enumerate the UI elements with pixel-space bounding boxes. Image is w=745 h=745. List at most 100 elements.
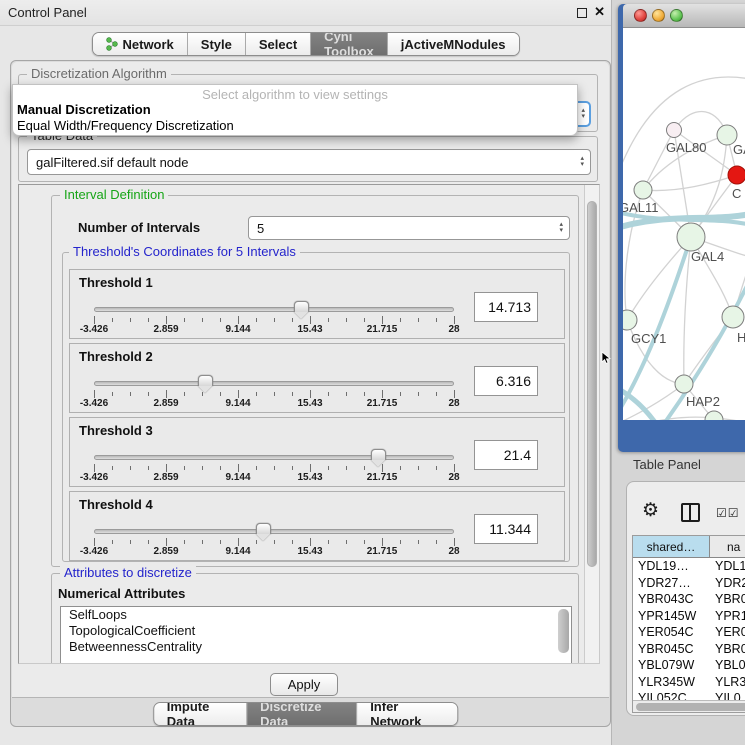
numerical-attributes-label: Numerical Attributes — [58, 586, 185, 601]
tab-label: Discretize Data — [260, 702, 343, 726]
table-row[interactable]: YBR043CYBR0 — [633, 591, 745, 608]
table-row[interactable]: YLR345WYLR3 — [633, 674, 745, 691]
slider-scale-labels: -3.4262.8599.14415.4321.71528 — [94, 324, 454, 336]
tab-cyni-toolbox[interactable]: Cyni Toolbox — [311, 33, 388, 55]
gear-icon[interactable]: ⚙ — [642, 499, 659, 522]
discretize-tab-content: Discretization Algorithm ▴▾ Table Data g… — [12, 62, 609, 698]
network-node-gal11[interactable] — [634, 181, 652, 199]
attribute-list-item[interactable]: BetweennessCentrality — [61, 639, 571, 655]
cell-name: YDR2 — [710, 576, 745, 590]
tab-infer-network[interactable]: Infer Network — [357, 703, 457, 725]
tab-discretize-data[interactable]: Discretize Data — [247, 703, 357, 725]
network-edge[interactable] — [643, 130, 674, 190]
node-label: GA — [733, 142, 745, 157]
threshold-slider-track[interactable] — [94, 381, 454, 386]
table-row[interactable]: YER054CYER0 — [633, 624, 745, 641]
network-node-h[interactable] — [722, 306, 744, 328]
network-node-c[interactable] — [728, 166, 745, 184]
numerical-attributes-list[interactable]: SelfLoopsTopologicalCoefficientBetweenne… — [60, 606, 572, 664]
tab-label: Infer Network — [370, 702, 444, 726]
network-edge[interactable] — [627, 320, 684, 384]
tab-style[interactable]: Style — [188, 33, 246, 55]
slider-scale-labels: -3.4262.8599.14415.4321.71528 — [94, 472, 454, 484]
threshold-panel: Threshold 3 -3.4262.8599.14415.4321.71528… — [69, 417, 565, 487]
table-data-group: Table Data galFiltered.sif default node … — [18, 136, 598, 182]
attribute-list-item[interactable]: SelfLoops — [61, 607, 571, 623]
network-node-gal4[interactable] — [677, 223, 705, 251]
algorithm-dropdown-popup: Select algorithm to view settings Manual… — [12, 84, 578, 136]
settings-scroll-area: Interval Definition Number of Intervals … — [18, 184, 600, 664]
network-node-gcy1[interactable] — [623, 310, 637, 330]
column-header-shared-name[interactable]: shared… — [633, 536, 710, 557]
threshold-coordinates-group: Threshold's Coordinates for 5 Intervals … — [62, 252, 570, 562]
float-window-icon[interactable] — [577, 8, 587, 18]
zoom-traffic-light-icon[interactable] — [670, 9, 683, 22]
attribute-list-item[interactable]: TopologicalCoefficient — [61, 623, 571, 639]
network-edge[interactable] — [627, 237, 691, 320]
threshold-panel: Threshold 4-3.4262.8599.14415.4321.71528… — [69, 491, 565, 561]
network-node[interactable] — [667, 123, 682, 138]
table-horizontal-scrollbar[interactable] — [633, 700, 745, 712]
node-attribute-table[interactable]: shared… na YDL19…YDL1YDR27…YDR2YBR043CYB… — [632, 535, 745, 713]
threshold-value-field[interactable]: 14.713 — [474, 292, 538, 322]
network-edge[interactable] — [623, 417, 745, 420]
attributes-scrollbar[interactable] — [558, 609, 569, 653]
tab-label: Network — [122, 37, 173, 52]
threshold-value-field[interactable]: 11.344 — [474, 514, 538, 544]
dropdown-item-equal-width[interactable]: Equal Width/Frequency Discretization — [17, 118, 234, 133]
threshold-slider-track[interactable] — [94, 529, 454, 534]
cell-shared-name: YPR145W — [633, 609, 710, 623]
threshold-label: Threshold 4 — [79, 497, 153, 512]
dropdown-item-manual-discretization[interactable]: Manual Discretization — [17, 102, 151, 117]
network-node-hap2[interactable] — [675, 375, 693, 393]
apply-button[interactable]: Apply — [270, 673, 338, 696]
table-panel: ⚙ ☑☑ shared… na YDL19…YDL1YDR27…YDR2YBR0… — [626, 481, 745, 716]
scrollbar-thumb[interactable] — [587, 201, 597, 567]
network-canvas[interactable]: GACGAL11GAL4GCY1HHAP2GAL80 — [623, 28, 745, 420]
split-pane-icon[interactable] — [681, 503, 700, 522]
threshold-label: Threshold 1 — [79, 275, 153, 290]
group-title: Discretization Algorithm — [27, 66, 171, 81]
cell-name: YBR0 — [710, 592, 745, 606]
threshold-value-field[interactable]: 6.316 — [474, 366, 538, 396]
threshold-slider-track[interactable] — [94, 455, 454, 460]
number-of-intervals-combobox[interactable]: 5 ▴▾ — [248, 216, 570, 240]
close-icon[interactable]: ✕ — [594, 4, 605, 20]
close-traffic-light-icon[interactable] — [634, 9, 647, 22]
table-row[interactable]: YBR045CYBR0 — [633, 641, 745, 658]
threshold-label: Threshold 3 — [79, 423, 153, 438]
tab-select[interactable]: Select — [246, 33, 311, 55]
network-icon — [105, 37, 117, 51]
tab-network[interactable]: Network — [92, 33, 187, 55]
table-data-combobox[interactable]: galFiltered.sif default node ▴▾ — [27, 149, 591, 175]
scrollbar-thumb[interactable] — [636, 703, 745, 711]
dropdown-placeholder-item[interactable]: Select algorithm to view settings — [13, 87, 577, 102]
node-label: GCY1 — [631, 331, 666, 346]
cell-shared-name: YDL19… — [633, 559, 710, 573]
node-label: GAL4 — [691, 249, 724, 264]
column-header-name[interactable]: na — [710, 536, 745, 557]
cell-name: YLR3 — [710, 675, 745, 689]
threshold-value-field[interactable]: 21.4 — [474, 440, 538, 470]
combo-stepper-icon: ▴▾ — [580, 156, 584, 168]
node-label: HAP2 — [686, 394, 720, 409]
threshold-slider-track[interactable] — [94, 307, 454, 312]
network-window-titlebar[interactable] — [623, 4, 745, 28]
node-label: H — [737, 330, 745, 345]
network-view-window: GACGAL11GAL4GCY1HHAP2GAL80 — [618, 4, 745, 452]
minimize-traffic-light-icon[interactable] — [652, 9, 665, 22]
tab-jactivemnodules[interactable]: jActiveMNodules — [388, 33, 519, 55]
desktop-right-region: GACGAL11GAL4GCY1HHAP2GAL80 Table Panel ⚙… — [612, 0, 745, 745]
checkbox-icons[interactable]: ☑☑ — [716, 506, 740, 520]
table-row[interactable]: YDR27…YDR2 — [633, 575, 745, 592]
table-row[interactable]: YBL079WYBL0 — [633, 657, 745, 674]
table-row[interactable]: YDL19…YDL1 — [633, 558, 745, 575]
threshold-panel: Threshold 1 -3.4262.8599.14415.4321.71528… — [69, 269, 565, 339]
tab-label: Impute Data — [167, 702, 233, 726]
tab-impute-data[interactable]: Impute Data — [154, 703, 247, 725]
network-edge[interactable] — [643, 175, 737, 191]
group-title: Threshold's Coordinates for 5 Intervals — [69, 244, 300, 259]
table-row[interactable]: YPR145WYPR1 — [633, 608, 745, 625]
settings-vertical-scrollbar[interactable] — [584, 185, 599, 663]
combo-stepper-icon: ▴▾ — [581, 108, 585, 120]
